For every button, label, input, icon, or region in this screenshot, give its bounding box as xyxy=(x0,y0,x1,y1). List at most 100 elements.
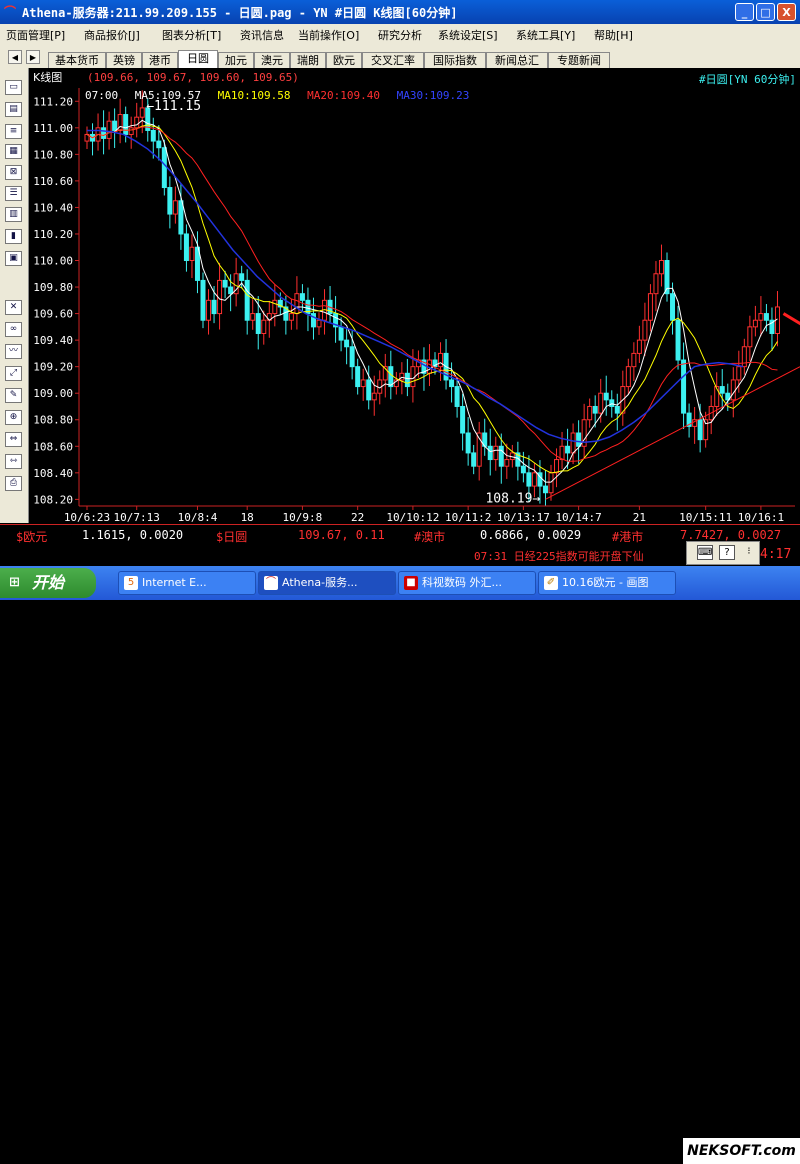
minimize-button[interactable]: _ xyxy=(735,3,754,21)
candle-body xyxy=(493,445,499,461)
cross-cursor-icon[interactable]: ✕ xyxy=(5,300,22,315)
bar-chart-icon[interactable]: ▮ xyxy=(5,229,22,244)
ie-icon: 5 xyxy=(124,576,138,590)
candle-body xyxy=(609,399,615,407)
floating-tray: ⌨ ? ⁝ xyxy=(686,541,760,565)
clock: 4:17 xyxy=(760,547,792,562)
line-chart-icon[interactable]: 〰 xyxy=(5,344,22,359)
tab-cross-rates[interactable]: 交叉汇率 xyxy=(362,52,424,68)
calendar-icon[interactable]: ▦ xyxy=(5,144,22,159)
print-icon[interactable]: ⎙ xyxy=(5,476,22,491)
menu-help[interactable]: 帮助[H] xyxy=(594,27,633,43)
quote-eur-value: 1.1615, 0.0020 xyxy=(82,528,184,542)
quote-jpy-label[interactable]: $日圆 xyxy=(216,528,247,545)
pen-icon[interactable]: ✎ xyxy=(5,388,22,403)
news-text[interactable]: 07:31 日经225指数可能开盘下仙 xyxy=(474,548,644,564)
windows-flag-icon: ⊞ xyxy=(9,575,20,590)
menu-operations[interactable]: 当前操作[O] xyxy=(298,27,359,43)
tab-base-currency[interactable]: 基本货币 xyxy=(48,52,106,68)
candle-body xyxy=(603,392,609,401)
y-tick-label: 109.80 xyxy=(33,281,73,294)
new-page-icon[interactable]: ▭ xyxy=(5,80,22,95)
candle-body xyxy=(730,379,736,401)
menu-chart-analysis[interactable]: 图表分析[T] xyxy=(162,27,221,43)
shrink-icon[interactable]: ⇔ xyxy=(5,432,22,447)
open-page-icon[interactable]: ▤ xyxy=(5,102,22,117)
x-tick-label: 18 xyxy=(241,511,254,524)
y-tick-label: 111.20 xyxy=(33,95,73,108)
report-icon[interactable]: ▥ xyxy=(5,207,22,222)
expand-icon[interactable]: ⇿ xyxy=(5,454,22,469)
menu-settings[interactable]: 系统设定[S] xyxy=(438,27,498,43)
tab-intl-index[interactable]: 国际指数 xyxy=(424,52,486,68)
task-paint[interactable]: ✐ 10.16欧元 - 画图 xyxy=(538,571,676,595)
candle-body xyxy=(139,107,145,118)
candle-body xyxy=(741,346,747,368)
candle-body xyxy=(206,299,212,321)
ma10-value: MA10:109.58 xyxy=(217,89,291,102)
tray-menu-icon[interactable]: ⁝ xyxy=(741,545,757,560)
quote-hkd-label[interactable]: #港市 xyxy=(612,528,643,545)
candle-body xyxy=(647,293,653,321)
candle-body xyxy=(554,459,560,474)
candle-body xyxy=(200,279,206,321)
candle-body xyxy=(371,392,377,401)
quote-aud-label[interactable]: #澳市 xyxy=(414,528,445,545)
ma30-line xyxy=(87,129,744,444)
task-athena[interactable]: ⌒ Athena-服务... xyxy=(258,571,396,595)
calculator-icon[interactable]: ▣ xyxy=(5,251,22,266)
tab-hkd[interactable]: 港币 xyxy=(142,52,178,68)
trend-tool-icon[interactable]: ⤢ xyxy=(5,366,22,381)
candle-body xyxy=(438,352,444,368)
candle-body xyxy=(106,120,112,139)
candle-body xyxy=(261,319,267,334)
start-button[interactable]: ⊞ 开始 xyxy=(0,568,96,598)
maximize-button[interactable]: □ xyxy=(756,3,775,21)
zoom-icon[interactable]: ⊕ xyxy=(5,410,22,425)
candle-body xyxy=(338,326,344,341)
menu-tools[interactable]: 系统工具[Y] xyxy=(516,27,575,43)
candle-body xyxy=(465,432,471,454)
tab-cad[interactable]: 加元 xyxy=(218,52,254,68)
task-forex-site[interactable]: ■ 科视数码 外汇... xyxy=(398,571,536,595)
kline-label: K线图 xyxy=(33,71,63,84)
close-button[interactable]: X xyxy=(777,3,796,21)
menu-quotes[interactable]: 商品报价[J] xyxy=(84,27,140,43)
menu-page-manage[interactable]: 页面管理[P] xyxy=(6,27,65,43)
menu-research[interactable]: 研究分析 xyxy=(378,27,422,43)
ma-legend: 07:00 MA5:109.57 MA10:109.58 MA20:109.40… xyxy=(85,89,479,102)
list-icon[interactable]: ☰ xyxy=(5,186,22,201)
menu-info[interactable]: 资讯信息 xyxy=(240,27,284,43)
quote-strip: $欧元 1.1615, 0.0020 $日圆 109.67, 0.11 #澳市 … xyxy=(0,524,800,547)
tab-aud[interactable]: 澳元 xyxy=(254,52,290,68)
tab-next-button[interactable]: ▶ xyxy=(26,50,40,64)
quote-eur-label[interactable]: $欧元 xyxy=(16,528,47,545)
candle-body xyxy=(681,359,687,414)
candle-body xyxy=(675,319,681,361)
tab-topic-news[interactable]: 专题新闻 xyxy=(548,52,610,68)
tab-chf[interactable]: 瑞朗 xyxy=(290,52,326,68)
tab-gbp[interactable]: 英镑 xyxy=(106,52,142,68)
tab-jpy[interactable]: 日圆 xyxy=(178,50,218,68)
candle-body xyxy=(498,445,504,467)
app-icon[interactable]: ⌒ xyxy=(4,5,18,19)
candle-body xyxy=(598,392,604,414)
candle-body xyxy=(344,339,350,348)
candle-body xyxy=(520,465,526,474)
binoculars-icon[interactable]: ∞ xyxy=(5,322,22,337)
quote-jpy-value: 109.67, 0.11 xyxy=(298,528,385,542)
help-icon[interactable]: ? xyxy=(719,545,735,560)
x-tick-label: 10/14:7 xyxy=(555,511,601,524)
tab-eur[interactable]: 欧元 xyxy=(326,52,362,68)
task-internet-explorer[interactable]: 5 Internet E... xyxy=(118,571,256,595)
tab-prev-button[interactable]: ◀ xyxy=(8,50,22,64)
candle-body xyxy=(570,432,576,454)
quote-board-icon[interactable]: ≡ xyxy=(5,124,22,139)
kline-chart[interactable]: 111.20 111.00 110.80 110.60 110.40 110.20 110.… xyxy=(29,68,800,524)
tab-news-summary[interactable]: 新闻总汇 xyxy=(486,52,548,68)
keyboard-icon[interactable]: ⌨ xyxy=(697,545,713,560)
close-chart-icon[interactable]: ⊠ xyxy=(5,165,22,180)
candle-body xyxy=(642,319,648,341)
candle-body xyxy=(548,472,554,494)
candle-body xyxy=(366,379,372,401)
